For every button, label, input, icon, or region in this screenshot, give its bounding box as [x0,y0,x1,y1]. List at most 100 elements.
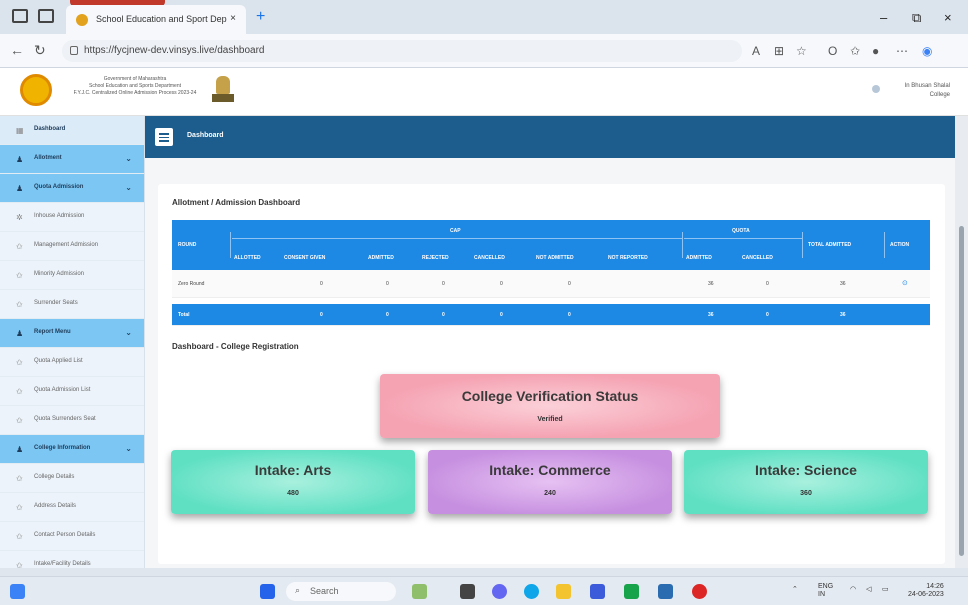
lang-code: ENG [818,583,834,590]
intake-commerce-card: Intake: Commerce 240 [428,450,672,514]
browser-tab[interactable]: School Education and Sport Dep × [66,5,246,34]
tray-chevron-icon[interactable]: ⌃ [792,586,798,594]
user-menu[interactable]: In Bhusan Shalal College [872,82,950,100]
people-icon[interactable] [658,584,673,599]
col-quota-admitted: ADMITTED [686,255,712,261]
start-icon[interactable] [260,584,275,599]
sidebar-item[interactable]: ♟ College Information ⌄ [0,435,144,464]
more-icon[interactable]: ⋯ [896,44,908,58]
edge-icon[interactable] [524,584,539,599]
tab-actions-icon[interactable] [38,9,54,23]
sidebar-item[interactable]: ♟ Report Menu ⌄ [0,319,144,348]
tab-title: School Education and Sport Dep [96,14,227,24]
language-indicator[interactable]: ENG IN [818,583,833,599]
sidebar-item[interactable]: ✲ Inhouse Admission [0,203,144,232]
close-window-button[interactable]: × [944,10,952,25]
desktop-scene-icon[interactable] [412,584,427,599]
sidebar-item[interactable]: ✩ Address Details [0,493,144,522]
sidebar-item[interactable]: ✩ Minority Admission [0,261,144,290]
reload-icon[interactable]: ↻ [34,42,46,59]
copilot-icon[interactable]: ◉ [922,44,932,58]
chevron-down-icon: ⌄ [125,154,132,163]
site-header: Government of Maharashtra School Educati… [0,68,968,116]
intake-arts-card: Intake: Arts 480 [171,450,415,514]
col-consent-given: CONSENT GIVEN [284,255,326,261]
view-action-icon[interactable]: ⊙ [902,279,908,287]
main-content: Dashboard Allotment / Admission Dashboar… [145,116,955,568]
col-action: ACTION [890,242,910,248]
verification-title: College Verification Status [461,388,639,404]
excel-icon[interactable] [624,584,639,599]
restore-button[interactable]: ⧉ [912,10,921,26]
table-total-row: Total 0 0 0 0 0 36 0 36 [172,304,930,326]
cell-value: 0 [500,281,503,287]
chat-icon[interactable] [492,584,507,599]
sidebar-item-label: Minority Admission [34,271,85,277]
chevron-down-icon: ⌄ [125,328,132,337]
col-quota-cancelled: CANCELLED [742,255,773,261]
total-value: 0 [320,312,323,318]
star-icon: ✩ [16,532,23,541]
widgets-icon[interactable] [10,584,25,599]
sidebar-item[interactable]: ✩ Contact Person Details [0,522,144,551]
minimize-button[interactable]: – [880,10,887,25]
sidebar-item[interactable]: ✩ Quota Applied List [0,348,144,377]
star-icon: ✩ [16,474,23,483]
sidebar-item[interactable]: ✩ Quota Admission List [0,377,144,406]
favorites-bar-icon[interactable]: ✩ [850,44,860,58]
user-name: In Bhusan Shalal [904,83,950,89]
url-field[interactable]: https://fycjnew-dev.vinsys.live/dashboar… [62,40,742,62]
profile-circle-icon[interactable]: O [828,44,837,58]
sidebar-item-label: Inhouse Admission [34,213,85,219]
page-title: Dashboard [187,132,224,139]
top-navbar: Dashboard [145,116,955,158]
sidebar-item-label: Quota Surrenders Seat [34,416,96,422]
intake-commerce-title: Intake: Commerce [489,462,611,478]
verification-value: Verified [537,416,563,423]
sidebar-item[interactable]: ♟ Allotment ⌄ [0,145,144,174]
sidebar-item[interactable]: ✩ Surrender Seats [0,290,144,319]
org-line-3: F.Y.J.C. Centralized Online Admission Pr… [73,90,197,96]
sidebar-item[interactable]: ▦ Dashboard [0,116,144,145]
battery-icon[interactable]: ▭ [882,586,889,594]
url-text: https://fycjnew-dev.vinsys.live/dashboar… [84,45,265,56]
tab-close-icon[interactable]: × [230,13,236,24]
clock[interactable]: 14:26 24-06-2023 [908,583,944,599]
workspaces-icon[interactable] [12,9,28,23]
sidebar-item[interactable]: ✩ Intake/Facility Details [0,551,144,568]
scroll-thumb[interactable] [959,226,964,556]
sidebar-item-label: Allotment [34,155,62,161]
extensions-icon[interactable]: ⊞ [774,44,784,58]
chrome-icon[interactable] [692,584,707,599]
avatar-icon[interactable]: ● [872,44,879,58]
state-emblem [212,76,234,106]
intake-science-card: Intake: Science 360 [684,450,928,514]
total-value: 0 [442,312,445,318]
sidebar-item[interactable]: ✩ College Details [0,464,144,493]
sidebar-item[interactable]: ♟ Quota Admission ⌄ [0,174,144,203]
wifi-icon[interactable]: ◠ [850,586,856,594]
department-logo [20,74,52,106]
taskbar-search[interactable]: ⌕ Search [286,582,396,601]
app-icon[interactable] [590,584,605,599]
page-scrollbar[interactable] [955,116,968,568]
file-explorer-icon[interactable] [556,584,571,599]
col-cap-admitted: ADMITTED [368,255,394,261]
sidebar: ▦ Dashboard ♟ Allotment ⌄ ♟ Quota Admission ⌄ ✲ I… [0,116,145,568]
col-cap-cancelled: CANCELLED [474,255,505,261]
sidebar-item[interactable]: ✩ Quota Surrenders Seat [0,406,144,435]
star-icon: ✩ [16,242,23,251]
sidebar-item[interactable]: ✩ Management Admission [0,232,144,261]
hamburger-menu-icon[interactable] [155,128,173,146]
task-view-icon[interactable] [460,584,475,599]
volume-icon[interactable]: ◁ [866,586,871,594]
new-tab-button[interactable]: + [256,8,265,26]
star-icon: ✩ [16,387,23,396]
read-aloud-icon[interactable]: A [752,44,760,58]
star-icon: ✩ [16,300,23,309]
sidebar-item-label: Quota Admission List [34,387,91,393]
table-header: ROUND CAP QUOTA TOTAL ADMITTED ACTION AL… [172,220,930,270]
back-icon[interactable]: ← [10,42,24,58]
favorite-icon[interactable]: ☆ [796,44,807,58]
lang-region: IN [818,591,825,598]
